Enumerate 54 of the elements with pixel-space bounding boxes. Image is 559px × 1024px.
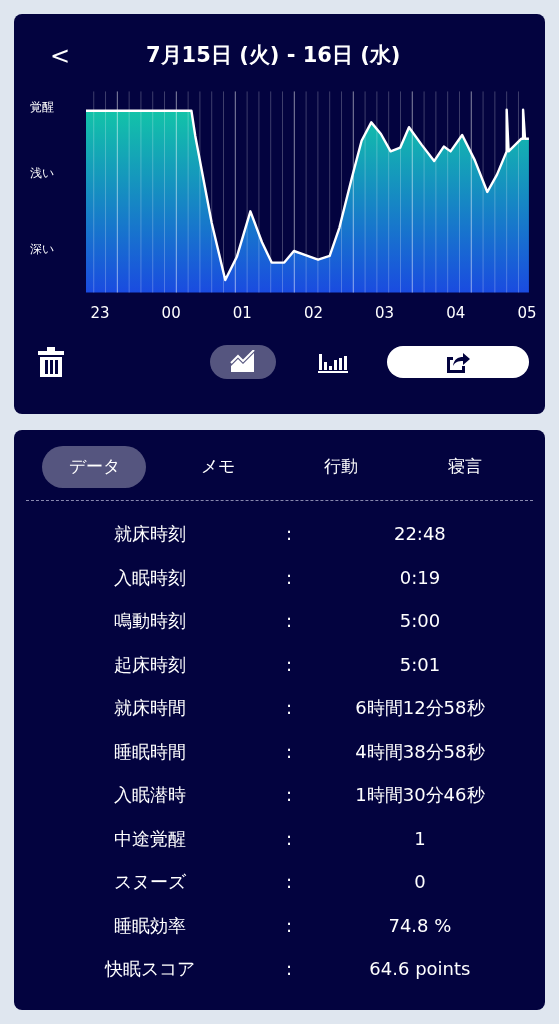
row-value: 74.8 % xyxy=(387,913,453,938)
tab[interactable]: 行動 xyxy=(289,446,394,488)
row-value: 64.6 points xyxy=(368,957,472,981)
share-icon xyxy=(445,350,471,373)
row-label: 起床時刻 xyxy=(112,652,187,677)
colon: : xyxy=(285,739,294,764)
date-title: 7月15日 (火) - 16日 (水) xyxy=(146,42,401,70)
axis-label: 04 xyxy=(445,303,467,324)
axis-label: 覚醒 xyxy=(30,99,55,116)
row-value: 5:01 xyxy=(398,652,442,677)
row-label: 快眠スコア xyxy=(103,957,196,981)
colon: : xyxy=(285,957,294,981)
line-chart-icon xyxy=(229,349,257,374)
row-label: 鳴動時刻 xyxy=(112,609,187,633)
row-label: 入眠潜時 xyxy=(112,783,187,807)
trash-icon[interactable] xyxy=(38,346,64,377)
row-value: 4時間38分58秒 xyxy=(354,739,486,764)
row-value: 1 xyxy=(413,826,427,851)
row-label: 睡眠時間 xyxy=(112,739,187,764)
axis-label: 01 xyxy=(231,303,253,324)
colon: : xyxy=(285,826,294,851)
row-value: 6時間12分58秒 xyxy=(354,696,486,720)
row-value: 0 xyxy=(413,870,427,894)
colon: : xyxy=(285,652,294,677)
colon: : xyxy=(285,522,294,546)
row-value: 1時間30分46秒 xyxy=(354,783,486,807)
row-label: 就床時刻 xyxy=(112,522,187,546)
colon: : xyxy=(285,870,294,894)
row-label: スヌーズ xyxy=(112,870,187,894)
row-value: 22:48 xyxy=(392,522,447,546)
row-label: 就床時間 xyxy=(112,696,187,720)
axis-label: 00 xyxy=(160,303,182,324)
axis-label: 03 xyxy=(374,303,396,324)
tab[interactable]: 寝言 xyxy=(412,446,517,488)
tab[interactable]: データ xyxy=(42,446,146,488)
colon: : xyxy=(285,696,294,720)
colon: : xyxy=(285,913,294,938)
axis-label: 深い xyxy=(30,241,55,258)
colon: : xyxy=(285,783,294,807)
back-button[interactable]: < xyxy=(50,40,90,72)
axis-label: 02 xyxy=(302,303,324,324)
share-button[interactable] xyxy=(387,345,529,378)
row-label: 中途覚醒 xyxy=(112,826,187,851)
axis-label: 05 xyxy=(516,303,538,324)
row-value: 5:00 xyxy=(398,609,442,633)
row-value: 0:19 xyxy=(398,565,442,590)
colon: : xyxy=(285,609,294,633)
tab[interactable]: メモ xyxy=(165,446,270,488)
row-label: 睡眠効率 xyxy=(112,913,187,938)
colon: : xyxy=(285,565,294,590)
line-view-button[interactable] xyxy=(210,344,276,379)
axis-label: 浅い xyxy=(30,165,55,182)
axis-label: 23 xyxy=(89,303,111,324)
row-label: 入眠時刻 xyxy=(112,565,187,590)
